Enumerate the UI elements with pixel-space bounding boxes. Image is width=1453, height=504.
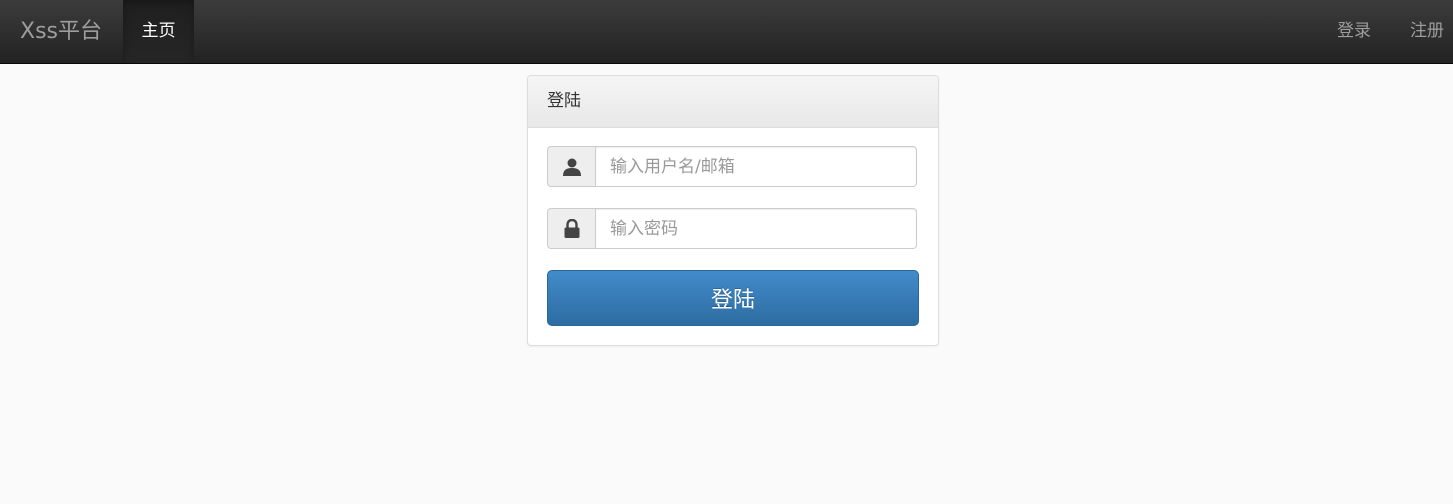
login-submit-button[interactable]: 登陆 [547, 270, 919, 326]
brand-logo[interactable]: Xss平台 [20, 0, 102, 63]
login-panel-title: 登陆 [528, 76, 938, 128]
top-navbar: Xss平台 主页 登录 注册 [0, 0, 1453, 64]
password-input[interactable] [595, 208, 917, 249]
password-addon [547, 208, 595, 249]
nav-item-home[interactable]: 主页 [123, 0, 194, 63]
username-input[interactable] [595, 146, 917, 187]
nav-item-login[interactable]: 登录 [1337, 0, 1371, 63]
password-input-group [547, 208, 917, 249]
username-input-group [547, 146, 917, 187]
username-addon [547, 146, 595, 187]
user-icon [562, 158, 581, 176]
nav-item-register[interactable]: 注册 [1410, 0, 1444, 63]
login-panel: 登陆 登陆 [527, 75, 939, 346]
lock-icon [564, 218, 579, 238]
